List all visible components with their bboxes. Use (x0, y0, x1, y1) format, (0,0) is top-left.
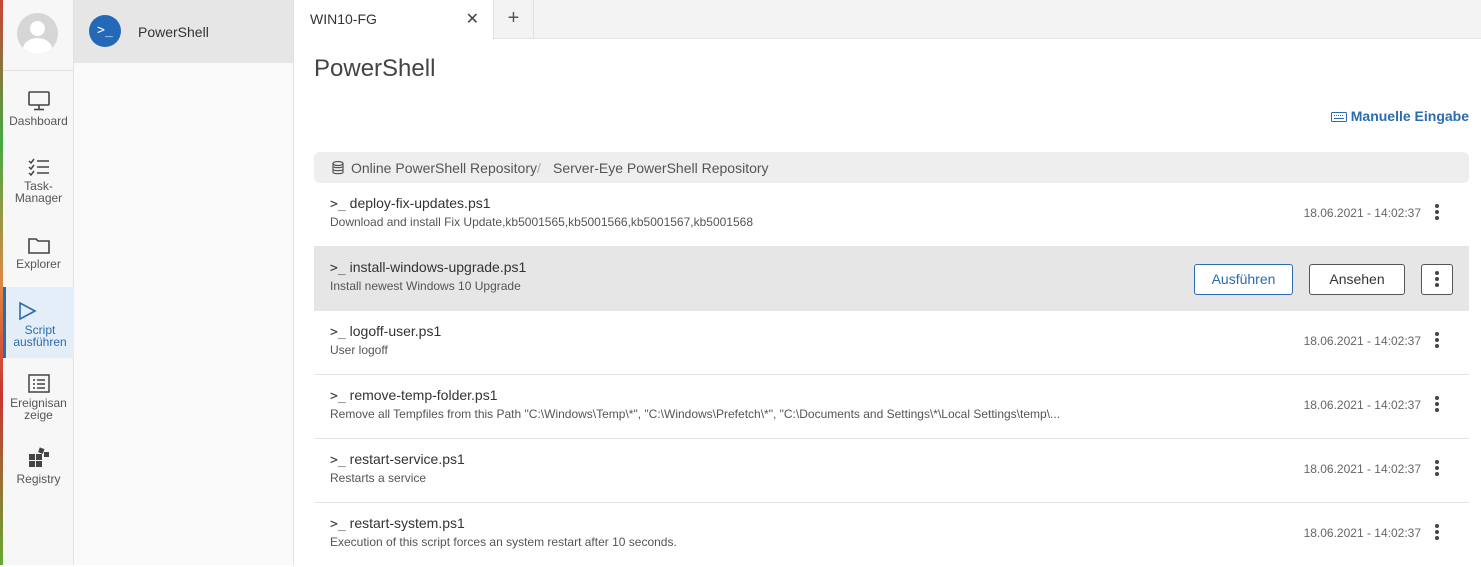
prompt-icon: >_ (330, 261, 346, 276)
prompt-icon: >_ (330, 325, 346, 340)
script-date: 18.06.2021 - 14:02:37 (1303, 206, 1421, 220)
nav-item-registry[interactable]: Registry (3, 446, 74, 492)
script-description: Remove all Tempfiles from this Path "C:\… (330, 407, 1061, 421)
prompt-icon: >_ (330, 389, 346, 404)
more-options-icon[interactable] (1433, 523, 1441, 543)
script-date: 18.06.2021 - 14:02:37 (1303, 334, 1421, 348)
page-title: PowerShell (314, 55, 436, 82)
tab-bar: WIN10-FG ✕ + (294, 0, 1481, 40)
nav-label-events-line2: zeige (24, 408, 53, 422)
user-avatar[interactable] (17, 13, 58, 54)
script-row-selected[interactable]: >_ install-windows-upgrade.ps1 Install ne… (314, 247, 1469, 311)
script-name: >_ restart-system.ps1 (330, 515, 465, 532)
more-options-icon[interactable] (1433, 395, 1441, 415)
script-name: >_ logoff-user.ps1 (330, 323, 441, 340)
manual-input-label: Manuelle Eingabe (1350, 108, 1469, 124)
nav-label-task-line2: Manager (14, 191, 63, 205)
script-date: 18.06.2021 - 14:02:37 (1303, 462, 1421, 476)
run-button[interactable]: Ausführen (1194, 264, 1293, 295)
script-name: >_ restart-service.ps1 (330, 451, 465, 468)
script-row[interactable]: >_ restart-service.ps1 Restarts a service… (314, 439, 1469, 503)
script-date: 18.06.2021 - 14:02:37 (1303, 398, 1421, 412)
script-name: >_ deploy-fix-updates.ps1 (330, 195, 491, 212)
registry-icon (28, 447, 49, 467)
script-description: User logoff (330, 343, 388, 357)
script-filename: restart-service.ps1 (349, 451, 465, 467)
powershell-icon: >_ (89, 15, 121, 47)
nav-item-events[interactable]: Ereignisan zeige (3, 374, 74, 422)
more-options-icon (1433, 270, 1441, 290)
nav-label-script-line2: ausführen (13, 335, 67, 349)
checklist-icon (27, 158, 49, 177)
script-filename: logoff-user.ps1 (349, 323, 442, 339)
script-row[interactable]: >_ logoff-user.ps1 User logoff 18.06.2021… (314, 311, 1469, 375)
database-icon (332, 161, 344, 175)
subnav-label: PowerShell (138, 24, 209, 40)
nav-divider (3, 70, 74, 71)
script-filename: deploy-fix-updates.ps1 (349, 195, 491, 211)
script-date: 18.06.2021 - 14:02:37 (1303, 526, 1421, 540)
more-options-icon[interactable] (1433, 459, 1441, 479)
nav-label-dashboard: Dashboard (9, 114, 68, 128)
script-description: Download and install Fix Update,kb500156… (330, 215, 753, 229)
nav-label-explorer: Explorer (16, 257, 61, 271)
prompt-icon: >_ (330, 197, 346, 212)
monitor-icon (27, 91, 50, 111)
more-options-button[interactable] (1421, 264, 1453, 295)
avatar-head (30, 21, 45, 36)
play-icon (19, 301, 37, 321)
script-name: >_ remove-temp-folder.ps1 (330, 387, 498, 404)
nav-label-registry: Registry (16, 472, 61, 486)
close-icon[interactable]: ✕ (466, 9, 479, 29)
script-filename: install-windows-upgrade.ps1 (349, 259, 527, 275)
manual-input-link[interactable]: Manuelle Eingabe (1330, 108, 1469, 124)
nav-item-explorer[interactable]: Explorer (3, 235, 74, 275)
more-options-icon[interactable] (1433, 203, 1441, 223)
nav-item-script[interactable]: Script ausführen (3, 287, 74, 358)
main-nav: Dashboard Task- Manager Explorer Script … (3, 0, 74, 565)
avatar-body (23, 38, 52, 54)
more-options-icon[interactable] (1433, 331, 1441, 351)
nav-item-dashboard[interactable]: Dashboard (3, 90, 74, 130)
subnav-item-powershell[interactable]: >_ PowerShell (74, 0, 293, 63)
breadcrumb-separator: / (537, 160, 541, 176)
breadcrumb: Online PowerShell Repository / Server-Ey… (314, 152, 1469, 183)
script-description: Install newest Windows 10 Upgrade (330, 279, 521, 293)
folder-icon (27, 238, 50, 254)
prompt-icon: >_ (330, 517, 346, 532)
event-list-icon (27, 374, 50, 393)
script-row[interactable]: >_ deploy-fix-updates.ps1 Download and in… (314, 183, 1469, 247)
script-filename: restart-system.ps1 (349, 515, 465, 531)
breadcrumb-servereye-repo: Server-Eye PowerShell Repository (553, 160, 769, 176)
script-description: Restarts a service (330, 471, 427, 485)
script-filename: remove-temp-folder.ps1 (349, 387, 498, 403)
view-button[interactable]: Ansehen (1309, 264, 1405, 295)
nav-item-task-manager[interactable]: Task- Manager (3, 157, 74, 207)
script-description: Execution of this script forces an syste… (330, 535, 677, 549)
tab-title: WIN10-FG (310, 11, 377, 27)
script-row[interactable]: >_ remove-temp-folder.ps1 Remove all Temp… (314, 375, 1469, 439)
add-tab-button[interactable]: + (494, 0, 534, 39)
script-row[interactable]: >_ restart-system.ps1 Execution of this s… (314, 503, 1469, 567)
prompt-icon: >_ (330, 453, 346, 468)
breadcrumb-online-repo[interactable]: Online PowerShell Repository (351, 160, 537, 176)
tab-win10-fg[interactable]: WIN10-FG ✕ (294, 0, 494, 40)
script-name: >_ install-windows-upgrade.ps1 (330, 259, 526, 276)
sub-nav: >_ PowerShell (74, 0, 294, 565)
keyboard-icon (1330, 112, 1347, 122)
